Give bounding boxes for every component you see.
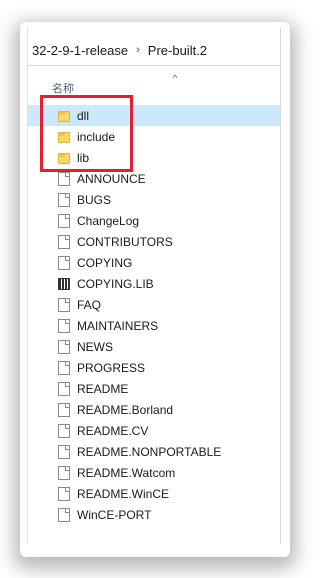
- file-icon: [58, 465, 70, 480]
- file-row[interactable]: CONTRIBUTORS: [28, 231, 280, 252]
- file-name-label: README.Watcom: [77, 465, 176, 480]
- file-icon: [58, 507, 70, 522]
- file-icon: [58, 360, 70, 375]
- breadcrumb-current[interactable]: Pre-built.2: [146, 43, 209, 58]
- file-row[interactable]: README: [28, 378, 280, 399]
- file-name-label: README.Borland: [77, 402, 174, 417]
- file-row[interactable]: NEWS: [28, 336, 280, 357]
- file-icon: [58, 423, 70, 438]
- annotation-highlight-box: [40, 95, 133, 172]
- file-icon: [58, 402, 70, 417]
- file-icon: [58, 318, 70, 333]
- file-name-label: BUGS: [77, 192, 112, 207]
- file-row[interactable]: COPYING.LIB: [28, 273, 280, 294]
- file-icon: [58, 486, 70, 501]
- file-row[interactable]: README.Watcom: [28, 462, 280, 483]
- file-name-label: README.CV: [77, 423, 149, 438]
- file-name-label: PROGRESS: [77, 360, 146, 375]
- file-name-label: NEWS: [77, 339, 113, 354]
- file-name-label: COPYING: [77, 255, 133, 270]
- file-row[interactable]: WinCE-PORT: [28, 504, 280, 525]
- file-name-label: README: [77, 381, 129, 396]
- file-row[interactable]: BUGS: [28, 189, 280, 210]
- file-icon: [58, 255, 70, 270]
- file-row[interactable]: FAQ: [28, 294, 280, 315]
- file-row[interactable]: README.WinCE: [28, 483, 280, 504]
- file-row[interactable]: MAINTAINERS: [28, 315, 280, 336]
- file-row[interactable]: ChangeLog: [28, 210, 280, 231]
- file-name-label: README.WinCE: [77, 486, 170, 501]
- file-name-label: MAINTAINERS: [77, 318, 159, 333]
- column-header-bar: ^ 名称: [28, 73, 280, 95]
- file-row[interactable]: README.NONPORTABLE: [28, 441, 280, 462]
- file-name-label: CONTRIBUTORS: [77, 234, 173, 249]
- file-name-label: COPYING.LIB: [77, 276, 154, 291]
- file-icon: [58, 381, 70, 396]
- file-name-label: WinCE-PORT: [77, 507, 152, 522]
- file-icon: [58, 297, 70, 312]
- column-header-name[interactable]: 名称: [52, 80, 74, 96]
- file-icon: [58, 192, 70, 207]
- file-icon: [58, 339, 70, 354]
- file-row[interactable]: PROGRESS: [28, 357, 280, 378]
- file-name-label: ANNOUNCE: [77, 171, 146, 186]
- breadcrumb-chevron-icon[interactable]: ›: [130, 44, 146, 56]
- file-icon: [58, 234, 70, 249]
- file-icon: [58, 213, 70, 228]
- file-row[interactable]: README.CV: [28, 420, 280, 441]
- file-row[interactable]: COPYING: [28, 252, 280, 273]
- breadcrumb-parent[interactable]: 32-2-9-1-release: [30, 43, 130, 58]
- file-icon: [58, 171, 70, 186]
- address-bar[interactable]: 32-2-9-1-release › Pre-built.2: [28, 35, 280, 66]
- library-file-icon: [58, 277, 70, 290]
- file-name-label: README.NONPORTABLE: [77, 444, 222, 459]
- file-name-label: ChangeLog: [77, 213, 140, 228]
- file-name-label: FAQ: [77, 297, 102, 312]
- file-row[interactable]: README.Borland: [28, 399, 280, 420]
- file-icon: [58, 444, 70, 459]
- sort-ascending-icon[interactable]: ^: [173, 73, 177, 83]
